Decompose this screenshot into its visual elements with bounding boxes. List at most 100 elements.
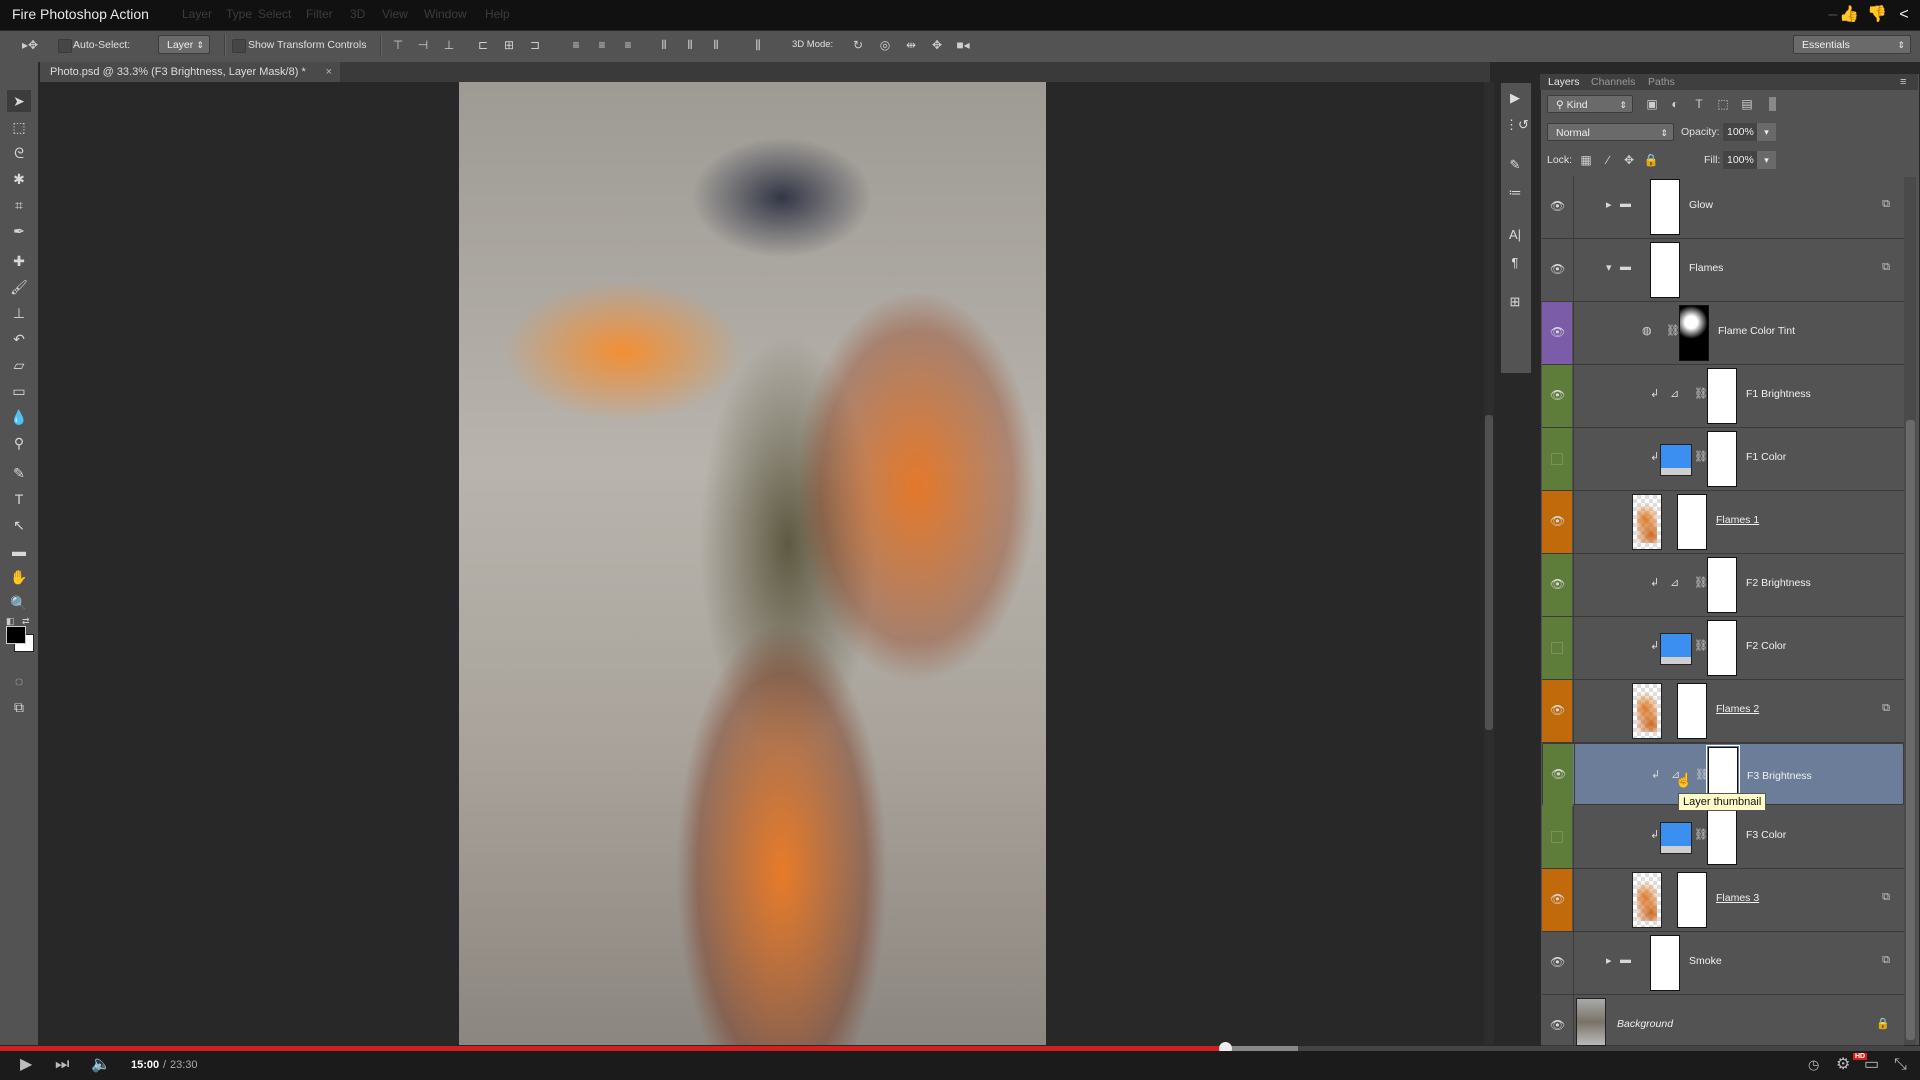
distribute-right-icon[interactable]: ⫴ <box>708 37 724 53</box>
close-tab-icon[interactable]: × <box>326 62 332 82</box>
link-icon[interactable]: ⛓ <box>1694 387 1708 400</box>
distribute-left-icon[interactable]: ⫴ <box>656 37 672 53</box>
layer-thumbnail[interactable] <box>1632 494 1662 550</box>
auto-select-checkbox[interactable] <box>58 39 72 53</box>
brush-presets-icon[interactable]: ✎ <box>1505 155 1525 175</box>
eye-icon[interactable]: 👁 <box>1551 767 1566 781</box>
layer-name[interactable]: Background <box>1617 1018 1673 1030</box>
3d-roll-icon[interactable]: ◎ <box>877 37 893 53</box>
layer-mask-thumbnail[interactable] <box>1707 620 1737 676</box>
layer-name[interactable]: F1 Brightness <box>1746 388 1811 400</box>
group-mask-thumbnail[interactable] <box>1650 935 1680 991</box>
filter-pixel-icon[interactable]: ▣ <box>1644 96 1660 112</box>
path-selection-tool-icon[interactable]: ↖ <box>7 514 31 536</box>
screen-mode-icon[interactable]: ⧉ <box>7 696 31 718</box>
distribute-top-icon[interactable]: ≡ <box>568 37 584 53</box>
3d-pan-icon[interactable]: ⇹ <box>903 37 919 53</box>
zoom-tool-icon[interactable]: 🔍 <box>7 592 31 614</box>
link-icon[interactable]: ⛓ <box>1694 639 1708 652</box>
menu-layer[interactable]: Layer <box>182 7 212 21</box>
hand-tool-icon[interactable]: ✋ <box>7 566 31 588</box>
watch-later-icon[interactable]: ◷ <box>1808 1054 1819 1076</box>
3d-scale-icon[interactable]: ■◂ <box>955 37 971 53</box>
eye-icon[interactable]: 👁 <box>1550 262 1565 276</box>
thumbs-up-icon[interactable]: 👍 <box>1838 4 1860 26</box>
curves-icon[interactable]: ⊿ <box>1670 576 1679 589</box>
layer-name[interactable]: Flame Color Tint <box>1718 325 1795 337</box>
volume-icon[interactable]: 🔈 <box>91 1054 111 1076</box>
distribute-bottom-icon[interactable]: ≡ <box>620 37 636 53</box>
link-icon[interactable]: ⛓ <box>1695 766 1709 785</box>
menu-help[interactable]: Help <box>485 7 510 21</box>
layer-mask-thumbnail[interactable] <box>1677 683 1707 739</box>
brush-panel-icon[interactable]: ≔ <box>1505 183 1525 203</box>
color-fill-thumbnail[interactable] <box>1660 822 1692 854</box>
fill-slider-button[interactable]: ▾ <box>1757 151 1776 169</box>
layer-mask-thumbnail[interactable] <box>1707 431 1737 487</box>
eye-icon[interactable]: 👁 <box>1550 325 1565 339</box>
canvas-scrollbar-thumb[interactable] <box>1485 415 1493 730</box>
history-brush-tool-icon[interactable]: ↶ <box>7 328 31 350</box>
filter-adjustment-icon[interactable]: ◐ <box>1667 96 1683 112</box>
menu-view[interactable]: View <box>382 7 408 21</box>
layer-mask-thumbnail[interactable] <box>1707 557 1737 613</box>
layer-row-f3-color[interactable]: ↲ ⛓ F3 Color <box>1542 806 1904 869</box>
artwork-canvas[interactable] <box>459 82 1046 1045</box>
settings-gear-icon[interactable]: ⚙ <box>1836 1054 1850 1076</box>
3d-rotate-icon[interactable]: ↻ <box>850 37 866 53</box>
auto-select-target-dropdown[interactable]: Layer ⇕ <box>158 35 210 54</box>
paragraph-panel-icon[interactable]: ¶ <box>1505 253 1525 273</box>
layer-row-flames-2[interactable]: 👁 Flames 2 ⧉ <box>1542 680 1904 743</box>
workspace-dropdown[interactable]: Essentials ⇕ <box>1793 35 1911 54</box>
filter-toggle[interactable] <box>1769 97 1776 111</box>
filter-shape-icon[interactable]: ⬚ <box>1715 96 1731 112</box>
opacity-slider-button[interactable]: ▾ <box>1757 123 1776 141</box>
menu-select[interactable]: Select <box>258 7 291 21</box>
layer-row-flames-3[interactable]: 👁 Flames 3 ⧉ <box>1542 869 1904 932</box>
layer-name[interactable]: F1 Color <box>1746 451 1786 463</box>
eye-icon[interactable]: 👁 <box>1550 892 1565 906</box>
layer-mask-thumbnail[interactable] <box>1677 494 1707 550</box>
background-thumbnail[interactable] <box>1576 998 1606 1046</box>
eye-icon[interactable]: 👁 <box>1550 703 1565 717</box>
crop-tool-icon[interactable]: ⌗ <box>7 194 31 216</box>
filter-kind-dropdown[interactable]: ⚲ Kind ⇕ <box>1547 95 1633 113</box>
history-icon[interactable]: ⋮↺ <box>1505 115 1529 135</box>
foreground-color-swatch[interactable] <box>6 626 26 644</box>
healing-brush-tool-icon[interactable]: ✚ <box>7 250 31 272</box>
type-tool-icon[interactable]: T <box>7 488 31 510</box>
blend-mode-dropdown[interactable]: Normal ⇕ <box>1547 123 1674 141</box>
gradient-tool-icon[interactable]: ▭ <box>7 380 31 402</box>
eye-icon[interactable]: 👁 <box>1550 388 1565 402</box>
thumbs-down-icon[interactable]: 👎 <box>1866 4 1888 26</box>
layer-row-glow[interactable]: 👁 ▸ ▬ Glow ⧉ <box>1542 176 1904 239</box>
eye-icon[interactable]: 👁 <box>1550 955 1565 969</box>
layer-row-f2-brightness[interactable]: 👁 ↲ ⊿ ⛓ F2 Brightness <box>1542 554 1904 617</box>
align-vcenter-icon[interactable]: ⊣ <box>415 37 431 53</box>
group-mask-thumbnail[interactable] <box>1650 179 1680 235</box>
layer-name[interactable]: Flames 3 <box>1716 892 1759 904</box>
pen-tool-icon[interactable]: ✎ <box>7 462 31 484</box>
show-transform-checkbox[interactable] <box>232 39 246 53</box>
theater-mode-icon[interactable]: ▭ <box>1864 1054 1879 1076</box>
menu-window[interactable]: Window <box>424 7 467 21</box>
eye-icon[interactable]: 👁 <box>1550 199 1565 213</box>
eraser-tool-icon[interactable]: ▱ <box>7 354 31 376</box>
move-tool-preset-icon[interactable]: ▸✥ <box>22 37 38 53</box>
layer-row-smoke[interactable]: 👁 ▸ ▬ Smoke ⧉ <box>1542 932 1904 995</box>
color-fill-thumbnail[interactable] <box>1660 633 1692 665</box>
layer-name[interactable]: F2 Brightness <box>1746 577 1811 589</box>
menu-filter[interactable]: Filter <box>306 7 333 21</box>
layer-name[interactable]: Flames <box>1689 262 1723 274</box>
expand-arrow-icon[interactable]: ▸ <box>1606 198 1612 211</box>
layer-row-background[interactable]: 👁 Background 🔒 <box>1542 995 1904 1046</box>
filter-smart-object-icon[interactable]: ▤ <box>1739 96 1755 112</box>
play-action-icon[interactable]: ▶ <box>1505 88 1525 108</box>
lock-position-icon[interactable]: ✥ <box>1621 152 1637 168</box>
align-right-icon[interactable]: ⊐ <box>527 37 543 53</box>
layer-row-f2-color[interactable]: ↲ ⛓ F2 Color <box>1542 617 1904 680</box>
link-icon[interactable]: ⛓ <box>1694 828 1708 841</box>
link-icon[interactable]: ⛓ <box>1694 576 1708 589</box>
distribute-vcenter-icon[interactable]: ≡ <box>594 37 610 53</box>
eyedropper-tool-icon[interactable]: ✒ <box>7 220 31 242</box>
